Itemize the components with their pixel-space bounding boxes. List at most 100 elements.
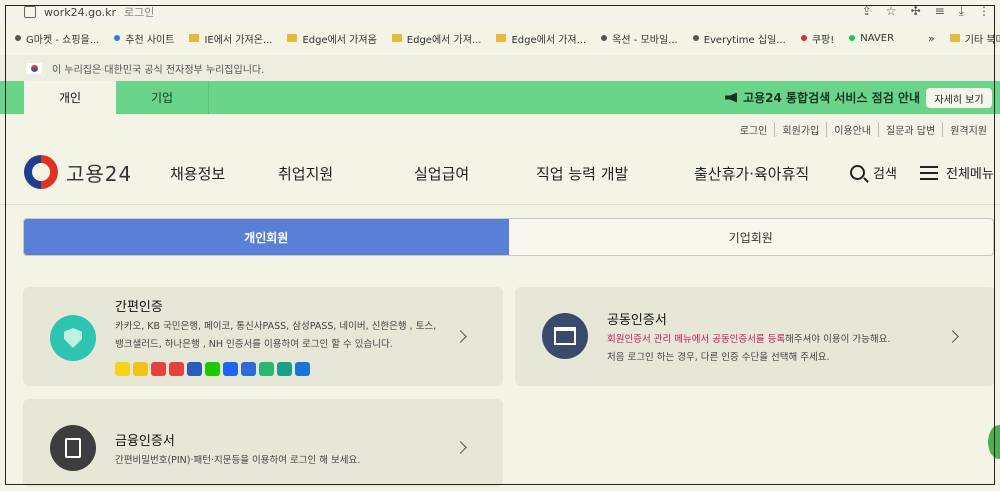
folder-icon [287,34,298,42]
bookmark-item[interactable]: IE에서 가져온... [189,31,272,46]
bookmark-item[interactable]: NAVER [849,33,894,44]
bookmarks-bar: G마켓 - 쇼핑을... 추천 사이트 IE에서 가져온... Edge에서 가져옴 E… [0,27,1000,49]
folder-icon [391,34,402,42]
tab-personal-member[interactable]: 개인회원 [24,219,509,255]
nav-employment-support[interactable]: 취업지원 [278,163,333,184]
logo-text: 고용24 [66,161,133,186]
search-label: 검색 [873,167,897,182]
favicon-icon [849,35,856,41]
bookmark-label: Edge에서 가져옴 [302,34,377,46]
joint-cert-desc-2: 처음 로그인 하는 경우, 다른 인증 수단을 선택해 주세요. [607,352,830,363]
provider-logos [115,362,310,376]
provider-logo-icon [277,362,292,376]
download-icon[interactable]: ⤓ [959,4,964,19]
bookmark-item[interactable]: 추천 사이트 [114,31,174,46]
other-bookmarks-label: 기타 북마 [964,34,1000,46]
joint-cert-card[interactable]: 공동인증서 회원인증서 관리 메뉴에서 공동인증서를 등록해주셔야 이용이 가능… [515,287,995,386]
hamburger-icon [920,165,938,180]
nav-jobs[interactable]: 채용정보 [170,163,225,184]
other-bookmarks-folder[interactable]: 기타 북마 [949,31,1000,46]
bookmarks-overflow-button[interactable]: » [928,32,935,45]
provider-logo-icon [187,362,202,376]
provider-logo-icon [151,362,166,376]
simple-auth-desc-1: 카카오, KB 국민은행, 페이코, 통신사PASS, 삼성PASS, 네이버,… [115,321,437,332]
taegeuk-logo-icon [24,155,58,189]
floating-help-button[interactable] [988,425,1000,459]
chevron-right-icon [454,330,467,343]
bookmark-label: IE에서 가져온... [204,34,273,46]
url-text[interactable]: work24.go.kr [44,6,116,19]
remote-support-link[interactable]: 원격지원 [942,122,994,137]
folder-icon [189,34,200,42]
lock-icon [24,6,36,18]
joint-cert-desc-1: 회원인증서 관리 메뉴에서 공동인증서를 등록해주셔야 이용이 가능해요. [607,331,890,348]
qna-link[interactable]: 질문과 답변 [878,122,942,137]
nav-parental-leave[interactable]: 출산휴가·육아휴직 [694,163,809,184]
finance-cert-desc: 간편비밀번호(PIN)·패턴·지문등을 이용하여 로그인 해 보세요. [115,455,361,466]
tab-personal[interactable]: 개인 [24,81,116,114]
detail-button[interactable]: 자세히 보기 [926,88,992,108]
nav-vocational-training[interactable]: 직업 능력 개발 [536,163,628,184]
guide-link[interactable]: 이용안내 [826,122,878,137]
bank-building-icon [542,313,588,359]
share-icon[interactable]: ⇪ [862,4,872,19]
joint-cert-title: 공동인증서 [607,313,667,328]
bookmark-label: G마켓 - 쇼핑을... [26,34,100,46]
bookmark-item[interactable]: Edge에서 가져옴 [287,31,377,46]
joint-cert-desc-1-rest: 해주셔야 이용이 가능해요. [785,334,891,345]
browser-url-bar[interactable]: work24.go.kr 로그인 ⇪ ☆ ✣ ≡ ⤓ ⋮ [0,0,1000,24]
site-logo[interactable]: 고용24 [24,155,132,189]
extensions-icon[interactable]: ✣ [911,4,921,19]
simple-auth-desc-2: 뱅크샐러드, 하나은행 , NH 인증서를 이용하여 로그인 할 수 있습니다. [115,339,393,350]
all-menu-button[interactable]: 전체메뉴 [920,163,994,182]
bookmark-item[interactable]: 옥션 - 모바일... [601,31,678,46]
bookmark-item[interactable]: Edge에서 가져... [496,31,586,46]
provider-logo-icon [223,362,238,376]
bookmark-item[interactable]: G마켓 - 쇼핑을... [15,31,99,46]
provider-logo-icon [259,362,274,376]
finance-cert-card[interactable]: 금융인증서 간편비밀번호(PIN)·패턴·지문등을 이용하여 로그인 해 보세요… [23,399,503,487]
browser-toolbar-icons: ⇪ ☆ ✣ ≡ ⤓ ⋮ [862,4,990,19]
bookmark-item[interactable]: Everytime 십일... [692,31,786,46]
provider-logo-icon [133,362,148,376]
bookmark-label: Edge에서 가져... [406,34,482,46]
folder-icon [496,34,507,42]
star-icon[interactable]: ☆ [886,4,897,19]
provider-logo-icon [295,362,310,376]
utility-links: 로그인 회원가입 이용안내 질문과 답변 원격지원 [733,122,994,137]
bookmark-item[interactable]: 쿠팡! [800,31,835,46]
header-divider [0,204,1000,205]
menu-dots-icon[interactable]: ⋮ [978,4,990,19]
joint-cert-highlight: 회원인증서 관리 메뉴에서 공동인증서를 등록 [607,334,786,345]
bookmark-label: 추천 사이트 [125,34,175,46]
tab-business-member[interactable]: 기업회원 [509,219,994,255]
gov-banner-text: 이 누리집은 대한민국 공식 전자정부 누리집입니다. [52,64,265,76]
search-button[interactable]: 검색 [850,163,897,182]
chevron-right-icon [946,330,959,343]
notice-text: 고용24 통합검색 서비스 점검 안내 [743,91,920,105]
provider-logo-icon [241,362,256,376]
nav-unemployment-benefit[interactable]: 실업급여 [414,163,469,184]
reading-list-icon[interactable]: ≡ [935,4,945,19]
gov-banner: 이 누리집은 대한민국 공식 전자정부 누리집입니다. [0,55,1000,81]
favicon-icon [114,35,121,41]
favicon-icon [601,35,608,41]
bookmark-label: Edge에서 가져... [511,34,587,46]
top-nav-bar: 개인 기업 고용24 통합검색 서비스 점검 안내 자세히 보기 [0,81,1000,114]
bookmark-label: NAVER [860,32,895,44]
bookmark-label: Everytime 십일... [703,34,786,46]
member-type-tabs: 개인회원 기업회원 [23,218,994,256]
tab-business[interactable]: 기업 [116,81,209,114]
notice-link[interactable]: 고용24 통합검색 서비스 점검 안내 [725,81,920,114]
signup-link[interactable]: 회원가입 [774,122,826,137]
tab-title: 로그인 [124,6,155,19]
favicon-icon [15,35,21,41]
provider-logo-icon [169,362,184,376]
all-menu-label: 전체메뉴 [946,167,994,182]
bookmark-item[interactable]: Edge에서 가져... [391,31,482,46]
bookmark-label: 옥션 - 모바일... [612,34,678,46]
bookmark-label: 쿠팡! [811,34,835,46]
simple-auth-card[interactable]: 간편인증 카카오, KB 국민은행, 페이코, 통신사PASS, 삼성PASS,… [23,287,503,386]
login-link[interactable]: 로그인 [733,122,775,137]
simple-auth-title: 간편인증 [115,300,163,315]
